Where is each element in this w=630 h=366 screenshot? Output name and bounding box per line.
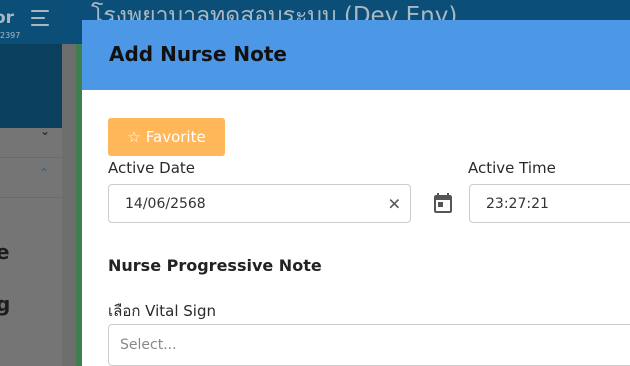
vital-sign-input[interactable] — [120, 337, 630, 353]
sidebar-item[interactable]: ⌄ — [0, 124, 62, 158]
close-icon[interactable]: ✕ — [388, 194, 401, 213]
version-text: 2397 — [0, 31, 21, 40]
modal-title: Add Nurse Note — [109, 42, 287, 66]
add-nurse-note-modal: Add Nurse Note ☆ Favorite Active Date ✕ … — [82, 20, 630, 366]
active-time-label: Active Time — [468, 159, 556, 177]
chevron-up-icon: ⌃ — [39, 166, 50, 180]
chevron-down-icon: ⌄ — [40, 124, 51, 138]
hamburger-icon[interactable] — [31, 10, 51, 26]
active-date-input[interactable] — [125, 195, 410, 212]
calendar-icon[interactable] — [431, 191, 455, 215]
sidebar-item-label: e — [0, 240, 10, 264]
star-outline-icon: ☆ — [127, 128, 141, 146]
active-time-field[interactable] — [469, 184, 630, 223]
nurse-progressive-note-heading: Nurse Progressive Note — [108, 256, 322, 275]
sidebar-header — [0, 44, 62, 128]
vital-sign-label: เลือก Vital Sign — [108, 302, 217, 320]
modal-header: Add Nurse Note — [82, 20, 630, 90]
active-date-label: Active Date — [108, 159, 196, 177]
sidebar-item[interactable]: ⌃ — [0, 158, 62, 198]
vital-sign-select[interactable] — [108, 324, 630, 366]
sidebar: ⌄ ⌃ e g — [0, 44, 62, 366]
active-date-field[interactable]: ✕ — [108, 184, 411, 223]
brand-logo-text: or — [0, 8, 15, 28]
favorite-button-label: Favorite — [145, 128, 206, 146]
favorite-button[interactable]: ☆ Favorite — [108, 118, 225, 156]
active-time-input[interactable] — [486, 195, 630, 212]
sidebar-item-label: g — [0, 292, 11, 316]
